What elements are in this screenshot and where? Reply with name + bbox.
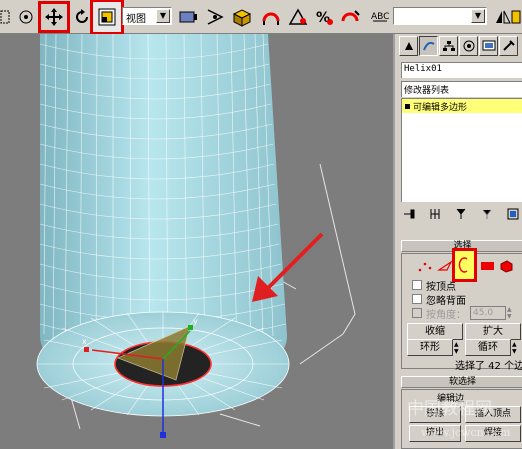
- spinner-snap-icon[interactable]: [338, 5, 362, 29]
- configure-modifier-sets-icon[interactable]: [507, 208, 519, 220]
- ring-spinner-icon[interactable]: ▲ ▼: [454, 341, 462, 355]
- pivot-center-icon[interactable]: [176, 5, 200, 29]
- snap-toggle-icon[interactable]: [259, 5, 283, 29]
- stack-toolbar: [403, 206, 522, 222]
- make-unique-icon[interactable]: [455, 208, 467, 220]
- angle-spinner-value: 45.0: [473, 308, 494, 318]
- show-end-result-icon[interactable]: [429, 208, 441, 220]
- material-cube-icon[interactable]: [230, 5, 254, 29]
- watermark-logo: 中国教程网: [407, 399, 492, 419]
- modify-tab-icon[interactable]: [419, 36, 438, 56]
- reference-coord-value: 视图: [126, 14, 146, 25]
- rotate-tool-icon[interactable]: [70, 5, 94, 29]
- modifier-list-dropdown[interactable]: 修改器列表: [401, 81, 522, 97]
- main-toolbar: 视图 ▼ % ABC ▼: [0, 0, 522, 35]
- motion-tab-icon[interactable]: [459, 36, 478, 56]
- soft-selection-rollout-header[interactable]: 软选择: [401, 376, 522, 388]
- angle-snap-icon[interactable]: [286, 5, 310, 29]
- utilities-tab-icon[interactable]: [499, 36, 518, 56]
- reference-coord-dropdown[interactable]: 视图 ▼: [122, 7, 172, 25]
- svg-text:y: y: [193, 317, 198, 326]
- border-level-icon[interactable]: [452, 248, 477, 282]
- stack-item-label: 可编辑多边形: [413, 102, 468, 113]
- percent-snap-icon[interactable]: %: [312, 5, 336, 29]
- named-selection-icon[interactable]: ABC: [368, 5, 392, 29]
- select-region-icon[interactable]: [0, 5, 10, 29]
- element-level-icon[interactable]: [498, 258, 514, 274]
- align-icon[interactable]: [510, 5, 522, 29]
- scale-tool-icon[interactable]: [90, 0, 124, 35]
- ignore-backfacing-label: 忽略背面: [426, 296, 466, 307]
- command-panel-tabs: [399, 36, 522, 58]
- select-and-manipulate-icon[interactable]: [203, 5, 227, 29]
- vertex-level-icon[interactable]: [417, 258, 433, 274]
- watermark-url: www.jcwcn.com: [421, 426, 511, 439]
- stack-bullet-icon: [405, 103, 410, 109]
- polygon-level-icon[interactable]: [480, 258, 496, 274]
- angle-spinner-field[interactable]: 45.0: [470, 306, 506, 320]
- ring-button[interactable]: 环形: [407, 339, 453, 356]
- modifier-list-label: 修改器列表: [404, 86, 450, 96]
- by-vertex-checkbox[interactable]: [412, 280, 422, 290]
- viewport-scene: y x: [36, 34, 356, 438]
- command-panel: Helix01 修改器列表 可编辑多边形 选择 按顶点 忽略背面 按角度： 45…: [393, 34, 522, 449]
- by-vertex-label: 按顶点: [426, 282, 456, 293]
- select-object-icon[interactable]: [14, 5, 38, 29]
- soft-selection-title: 软选择: [448, 377, 476, 387]
- grow-button[interactable]: 扩大: [465, 323, 521, 340]
- modifier-stack: 可编辑多边形: [401, 98, 522, 202]
- object-name-field[interactable]: Helix01: [401, 62, 522, 78]
- svg-text:x: x: [82, 337, 87, 346]
- by-angle-checkbox[interactable]: [412, 308, 422, 318]
- pin-stack-icon[interactable]: [403, 208, 415, 220]
- shrink-button[interactable]: 收缩: [407, 323, 463, 340]
- ignore-backfacing-checkbox[interactable]: [412, 294, 422, 304]
- stack-item-editable-poly[interactable]: 可编辑多边形: [402, 99, 522, 113]
- named-selection-set-dropdown[interactable]: ▼: [393, 7, 487, 25]
- selection-status-text: 选择了 42 个边: [455, 361, 522, 372]
- loop-spinner-icon[interactable]: ▲ ▼: [512, 341, 520, 355]
- loop-button[interactable]: 循环: [465, 339, 511, 356]
- create-tab-icon[interactable]: [399, 36, 418, 56]
- object-name-value: Helix01: [404, 64, 442, 74]
- edge-level-icon[interactable]: [437, 258, 453, 274]
- display-tab-icon[interactable]: [479, 36, 498, 56]
- spinner-arrows-icon[interactable]: ▲ ▼: [507, 306, 515, 320]
- hierarchy-tab-icon[interactable]: [439, 36, 458, 56]
- remove-modifier-icon[interactable]: [481, 208, 493, 220]
- move-tool-icon[interactable]: [38, 1, 70, 33]
- chevron-down-icon: ▼: [156, 9, 170, 23]
- chevron-down-icon: ▼: [471, 9, 485, 23]
- perspective-viewport[interactable]: y x: [0, 34, 393, 449]
- by-angle-label: 按角度：: [426, 310, 466, 321]
